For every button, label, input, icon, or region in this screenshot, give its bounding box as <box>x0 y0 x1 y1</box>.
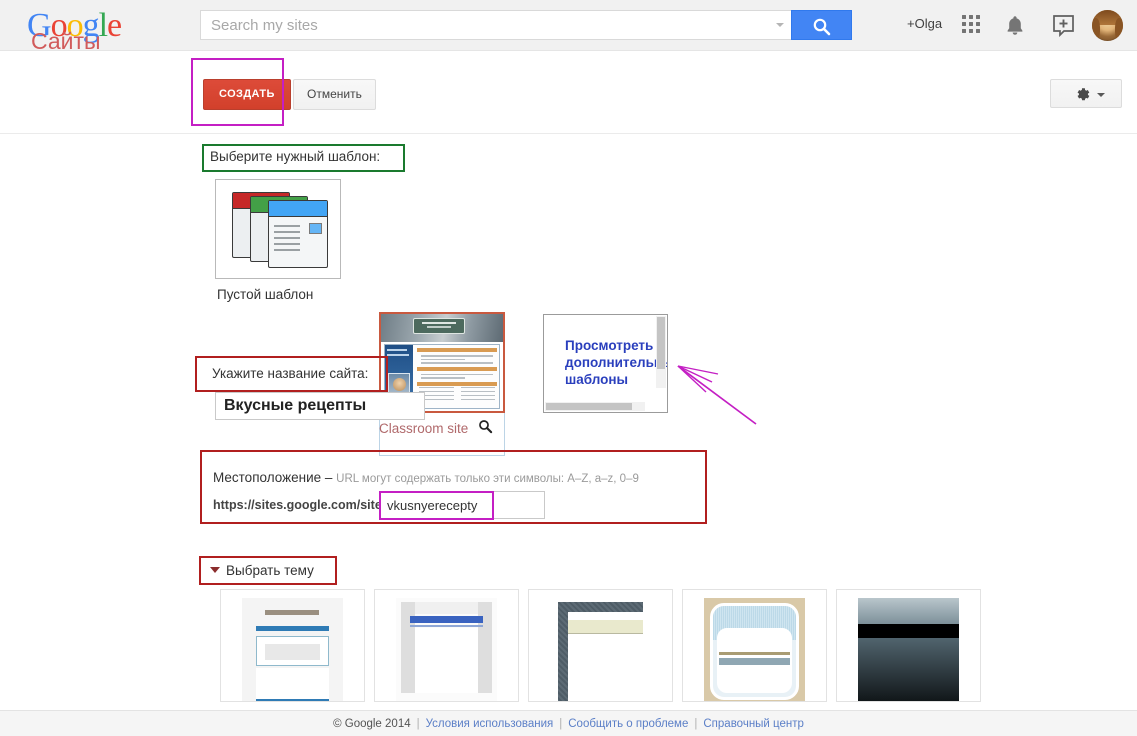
footer-separator-1: | <box>416 717 420 730</box>
template-section-label: Выберите нужный шаблон: <box>210 149 381 164</box>
page-footer: © Google 2014 | Условия использования | … <box>0 710 1137 736</box>
gear-icon <box>1073 85 1092 109</box>
theme-thumb-tan-rounded <box>704 598 805 701</box>
template-card-blank[interactable] <box>215 179 341 279</box>
theme-section-label: Выбрать тему <box>226 563 314 578</box>
template-caption-classroom: Classroom site <box>379 421 469 437</box>
chevron-down-icon <box>1097 93 1105 97</box>
theme-thumb-dark-frame-cream <box>550 598 651 701</box>
cancel-button[interactable]: Отменить <box>293 79 376 110</box>
theme-thumb-dark-gradient <box>858 598 959 701</box>
theme-gallery <box>220 589 981 702</box>
site-name-input[interactable] <box>215 392 425 420</box>
classroom-hero-banner <box>381 314 503 342</box>
template-card-more-templates[interactable]: Просмотреть дополнительные шаблоны <box>543 314 668 413</box>
annotation-arrow-to-more-templates <box>677 365 757 425</box>
location-hint-text: URL могут содержать только эти символы: … <box>336 473 639 485</box>
footer-separator-3: | <box>694 717 698 730</box>
search-box[interactable] <box>200 10 791 40</box>
search-area <box>200 10 854 40</box>
create-button[interactable]: СОЗДАТЬ <box>203 79 291 110</box>
site-url-input[interactable] <box>379 491 545 519</box>
search-input[interactable] <box>201 11 761 39</box>
more-templates-vertical-scrollbar[interactable] <box>656 316 666 388</box>
location-section-label: Местоположение – URL могут содержать тол… <box>213 470 639 485</box>
classroom-title-plaque <box>413 318 465 334</box>
avatar-hair-left <box>1092 18 1100 41</box>
page-title: Сайты <box>31 28 101 54</box>
footer-link-help[interactable]: Справочный центр <box>703 718 804 730</box>
sheet-blue <box>268 200 328 268</box>
avatar-hair-right <box>1115 18 1123 41</box>
logo-letter-e: e <box>107 7 122 44</box>
more-templates-horizontal-scrollbar[interactable] <box>545 402 645 411</box>
location-label-text: Местоположение – <box>213 470 337 485</box>
template-caption-blank: Пустой шаблон <box>217 287 314 302</box>
theme-card-dark-frame-cream[interactable] <box>528 589 673 702</box>
theme-card-dark-gradient[interactable] <box>836 589 981 702</box>
triangle-down-icon <box>210 567 220 574</box>
settings-button[interactable] <box>1050 79 1122 108</box>
apps-grid-icon[interactable] <box>962 15 983 36</box>
stacked-pages-icon <box>230 190 330 270</box>
notifications-bell-icon[interactable] <box>1004 14 1026 42</box>
theme-section-toggle[interactable]: Выбрать тему <box>210 563 314 578</box>
theme-card-columns-blue[interactable] <box>374 589 519 702</box>
footer-copyright: © Google 2014 <box>333 717 411 730</box>
search-button[interactable] <box>791 10 852 40</box>
more-templates-link[interactable]: Просмотреть дополнительные шаблоны <box>565 337 667 388</box>
footer-link-terms[interactable]: Условия использования <box>426 718 554 730</box>
search-dropdown-caret-icon[interactable] <box>776 23 784 27</box>
google-topbar: Google +Olga <box>0 0 1137 51</box>
theme-thumb-columns-blue <box>396 598 497 701</box>
search-icon <box>813 18 831 36</box>
footer-link-report[interactable]: Сообщить о проблеме <box>568 718 688 730</box>
footer-separator-2: | <box>559 717 563 730</box>
theme-card-tan-rounded[interactable] <box>682 589 827 702</box>
classroom-main <box>415 345 499 408</box>
name-section-label: Укажите название сайта: <box>212 366 369 381</box>
sites-create-page: Google +Olga <box>0 0 1137 736</box>
theme-thumb-light-blue <box>242 598 343 701</box>
magnifier-icon[interactable] <box>478 419 493 439</box>
plus-user-link[interactable]: +Olga <box>907 16 942 31</box>
location-url-prefix: https://sites.google.com/site/ <box>213 498 386 512</box>
add-to-box-icon[interactable] <box>1052 14 1075 42</box>
template-caption-classroom-wrap: Classroom site <box>379 419 505 439</box>
user-avatar[interactable] <box>1092 10 1123 41</box>
page-header <box>0 51 1137 134</box>
theme-card-light-blue[interactable] <box>220 589 365 702</box>
